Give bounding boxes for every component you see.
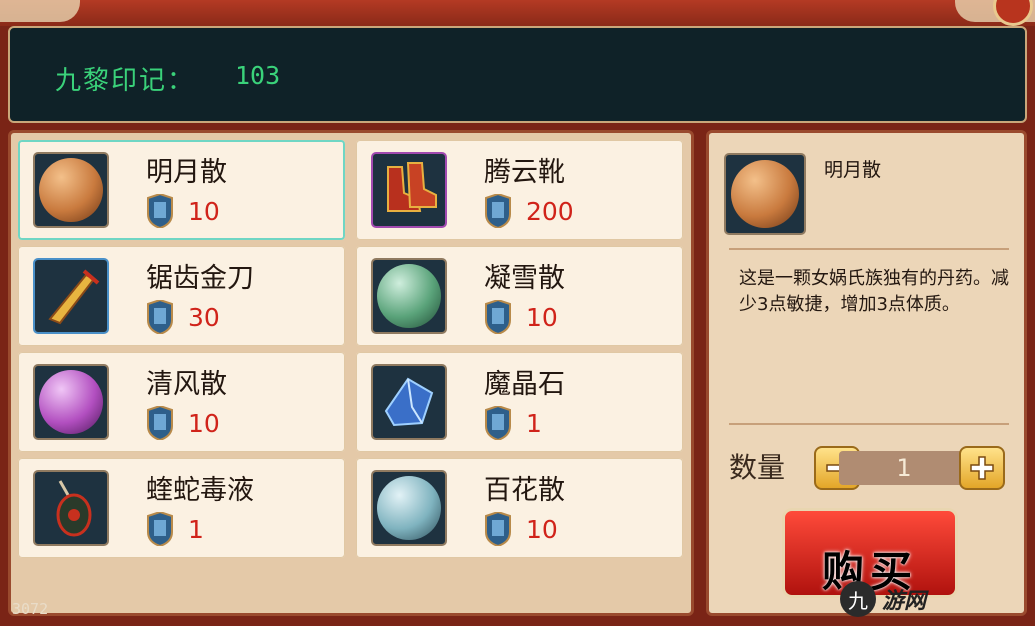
item-card-mingyuesan[interactable]: 明月散 10 [18,140,345,240]
item-icon-frame [371,364,447,440]
item-name: 明月散 [146,157,227,188]
currency-value: 103 [235,61,281,90]
shield-currency-icon [485,406,511,440]
crystal-icon [384,377,434,427]
watermark-text: 游网 [882,589,927,614]
item-icon-frame [33,470,109,546]
item-icon-frame [371,258,447,334]
corner-counter: 3072 [12,600,49,618]
item-icon-frame [371,152,447,228]
item-price: 10 [526,514,558,544]
shield-currency-icon [147,406,173,440]
shield-currency-icon [147,194,173,228]
item-card-ningxuesan[interactable]: 凝雪散 10 [356,246,683,346]
shield-currency-icon [485,194,511,228]
quantity-label: 数量 [729,451,786,484]
item-price: 1 [526,408,542,438]
item-card-tengyunxue[interactable]: 腾云靴 200 [356,140,683,240]
golden-sword-icon [48,269,100,325]
item-price: 10 [188,196,220,226]
item-card-mojingshi[interactable]: 魔晶石 1 [356,352,683,452]
price-row: 10 [146,194,220,228]
price-row: 10 [484,512,558,546]
quantity-input[interactable]: 1 [859,451,949,485]
item-card-baihuasan[interactable]: 百花散 10 [356,458,683,558]
price-row: 10 [484,300,558,334]
item-name: 锯齿金刀 [146,263,254,294]
detail-icon-frame [724,153,806,235]
shield-currency-icon [485,512,511,546]
item-name: 清风散 [146,369,227,400]
price-row: 30 [146,300,220,334]
item-card-qingfengsan[interactable]: 清风散 10 [18,352,345,452]
top-bar [0,0,1035,26]
item-name: 腾云靴 [484,157,565,188]
item-icon-frame [33,258,109,334]
price-row: 1 [146,512,204,546]
watermark-logo-icon: 九 [840,581,876,617]
item-icon-frame [371,470,447,546]
item-description: 这是一颗女娲氏族独有的丹药。减少3点敏捷，增加3点体质。 [739,268,1009,315]
teal-orb-icon [377,476,441,540]
item-price: 30 [188,302,220,332]
price-row: 1 [484,406,542,440]
green-orb-icon [377,264,441,328]
shield-currency-icon [147,300,173,334]
item-price: 1 [188,514,204,544]
price-row: 10 [146,406,220,440]
item-icon-frame [33,152,109,228]
price-row: 200 [484,194,574,228]
item-price: 200 [526,196,574,226]
shield-currency-icon [147,512,173,546]
shield-currency-icon [485,300,511,334]
increase-quantity-button[interactable] [959,446,1005,490]
item-detail-panel: 明月散 这是一颗女娲氏族独有的丹药。减少3点敏捷，增加3点体质。 数量 1 购买 [706,130,1027,616]
boots-icon [387,162,437,212]
plus-icon [970,456,994,480]
amber-orb-icon [39,158,103,222]
top-left-ornament [0,0,80,22]
item-card-kuishedudye[interactable]: 蝰蛇毒液 1 [18,458,345,558]
item-name: 凝雪散 [484,263,565,294]
item-list-panel: 明月散 10 腾云靴 200 锯齿金刀 30 凝雪散 10 清风散 10 魔晶石… [8,130,694,616]
item-name: 蝰蛇毒液 [146,475,254,506]
purple-orb-icon [39,370,103,434]
divider [729,248,1009,250]
currency-label: 九黎印记： [55,66,196,96]
item-price: 10 [526,302,558,332]
item-name: 魔晶石 [484,369,565,400]
item-card-juchijindao[interactable]: 锯齿金刀 30 [18,246,345,346]
item-icon-frame [33,364,109,440]
divider [729,423,1009,425]
currency-panel: 九黎印记： 103 [8,26,1027,123]
amber-orb-icon [731,160,799,228]
watermark: 九 游网 [840,575,1030,623]
item-name: 百花散 [484,475,565,506]
venom-pendant-icon [56,480,92,537]
item-price: 10 [188,408,220,438]
detail-item-name: 明月散 [824,159,882,181]
